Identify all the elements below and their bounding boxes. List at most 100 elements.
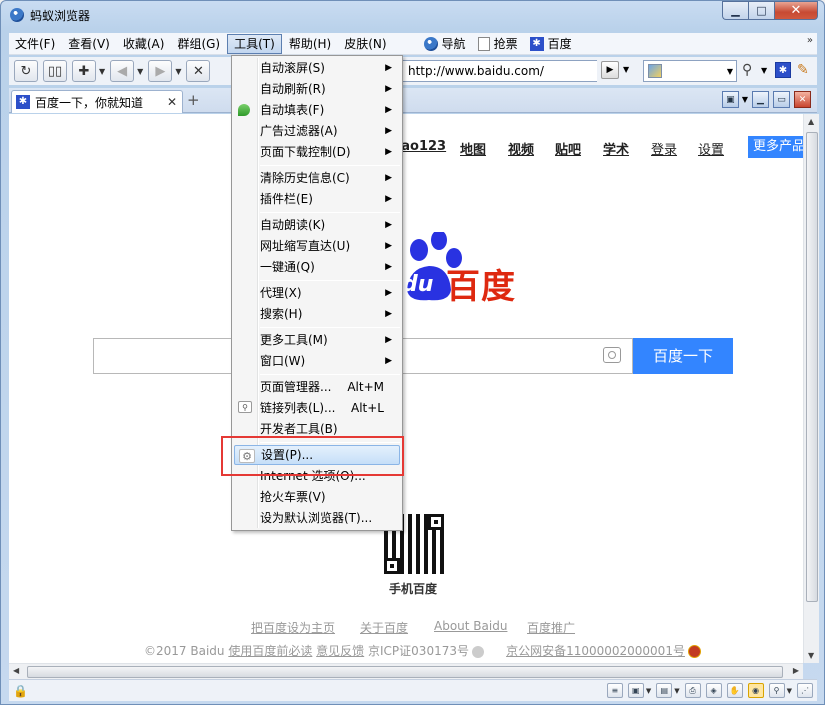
chevron-down-icon[interactable]: ▼	[674, 687, 679, 695]
baidu-paw-icon[interactable]: ✱	[775, 62, 791, 78]
tab-close-all-button[interactable]: ✕	[794, 91, 811, 108]
footer-set-homepage[interactable]: 把百度设为主页	[251, 619, 335, 636]
tab-minimize-button[interactable]: ▁	[752, 91, 769, 108]
refresh-button[interactable]: ↻	[14, 60, 38, 82]
menu-favorites[interactable]: 收藏(A)	[117, 34, 171, 54]
chevron-down-icon[interactable]: ▼	[623, 65, 629, 74]
nav-link-login[interactable]: 登录	[651, 139, 677, 158]
menu-groups[interactable]: 群组(G)	[171, 34, 226, 54]
maximize-button[interactable]: □	[748, 1, 774, 20]
menu-file[interactable]: 文件(F)	[9, 34, 61, 54]
capture-icon[interactable]: ▣	[627, 683, 644, 698]
menu-item-more-tools[interactable]: 更多工具(M) ▶	[234, 330, 400, 350]
tab-restore-button[interactable]: ▭	[773, 91, 790, 108]
menu-item-clear-history[interactable]: 清除历史信息(C) ▶	[234, 168, 400, 188]
feedback-link[interactable]: 意见反馈	[316, 644, 364, 658]
chevron-down-icon[interactable]: ▼	[742, 95, 748, 104]
vertical-scrollbar[interactable]: ▲ ▼	[803, 114, 819, 663]
copyright-line: ©2017 Baidu 使用百度前必读 意见反馈 京ICP证030173号 京公…	[144, 642, 701, 659]
menu-item-page-manager[interactable]: 页面管理器... Alt+M	[234, 377, 400, 397]
menu-item-auto-fill[interactable]: 自动填表(F) ▶	[234, 100, 400, 120]
hand-icon[interactable]: ✋	[726, 683, 743, 698]
more-products-button[interactable]: 更多产品	[748, 136, 803, 158]
reader-button[interactable]: ▯▯	[43, 60, 67, 82]
menu-item-settings[interactable]: ⚙ 设置(P)...	[234, 445, 400, 465]
nav-link-map[interactable]: 地图	[460, 139, 486, 158]
quick-link-nav[interactable]: 导航	[423, 35, 466, 52]
chevron-down-icon[interactable]: ▼	[727, 67, 733, 76]
menu-view[interactable]: 查看(V)	[62, 34, 116, 54]
menu-item-search[interactable]: 搜索(H) ▶	[234, 304, 400, 324]
menu-skin[interactable]: 皮肤(N)	[338, 34, 392, 54]
quick-link-tickets[interactable]: 抢票	[477, 35, 518, 52]
menu-item-link-list[interactable]: ⚲ 链接列表(L)... Alt+L	[234, 398, 400, 418]
footer-promotion[interactable]: 百度推广	[527, 619, 575, 636]
vertical-scroll-thumb[interactable]	[806, 132, 818, 602]
menu-item-set-default[interactable]: 设为默认浏览器(T)...	[234, 508, 400, 528]
baidu-search-button[interactable]: 百度一下	[633, 338, 733, 374]
menu-item-window[interactable]: 窗口(W) ▶	[234, 351, 400, 371]
nav-link-tieba[interactable]: 贴吧	[555, 139, 581, 158]
resize-grip-icon[interactable]: ⋰	[797, 683, 813, 698]
nav-link-settings[interactable]: 设置	[698, 139, 724, 158]
horizontal-scrollbar[interactable]: ◀ ▶	[9, 663, 803, 679]
scroll-down-icon[interactable]: ▼	[808, 651, 814, 660]
chevron-down-icon[interactable]: ▼	[99, 67, 105, 76]
chevron-down-icon[interactable]: ▼	[175, 67, 181, 76]
footer-about-en[interactable]: About Baidu	[434, 619, 507, 633]
menu-item-one-click[interactable]: 一键通(Q) ▶	[234, 257, 400, 277]
menu-item-train-tickets[interactable]: 抢火车票(V)	[234, 487, 400, 507]
scroll-up-icon[interactable]: ▲	[808, 117, 814, 126]
police-link[interactable]: 京公网安备11000002000001号	[506, 644, 685, 658]
scroll-right-icon[interactable]: ▶	[793, 666, 799, 675]
book-icon: ▯▯	[47, 63, 63, 79]
magnifier-icon[interactable]: ⚲	[742, 62, 752, 78]
menu-item-auto-scroll[interactable]: 自动滚屏(S) ▶	[234, 58, 400, 78]
back-button[interactable]: ◀	[110, 60, 135, 82]
minimize-button[interactable]: ▁	[722, 1, 748, 20]
menu-tools[interactable]: 工具(T)	[227, 33, 282, 54]
scroll-left-icon[interactable]: ◀	[13, 666, 19, 675]
paint-brush-icon[interactable]: ✎	[797, 62, 809, 78]
add-button[interactable]: ✚	[72, 60, 96, 82]
menu-item-internet-options[interactable]: Internet 选项(O)...	[234, 466, 400, 486]
chevron-down-icon[interactable]: ▼	[137, 67, 143, 76]
menu-item-url-shortcut[interactable]: 网址缩写直达(U) ▶	[234, 236, 400, 256]
page-info-icon[interactable]: ≡	[606, 683, 623, 698]
camera-icon[interactable]	[603, 347, 621, 363]
new-tab-icon[interactable]: +	[187, 91, 200, 109]
terms-link[interactable]: 使用百度前必读	[228, 644, 312, 658]
menu-item-download-control[interactable]: 页面下载控制(D) ▶	[234, 142, 400, 162]
nav-link-video[interactable]: 视频	[508, 139, 534, 158]
menu-item-dev-tools[interactable]: 开发者工具(B)	[234, 419, 400, 439]
menu-help[interactable]: 帮助(H)	[283, 34, 337, 54]
horizontal-scroll-thumb[interactable]	[27, 666, 783, 678]
tab-close-icon[interactable]: ✕	[167, 95, 177, 109]
zoom-icon[interactable]: ⚲	[768, 683, 785, 698]
menu-item-plugin-bar[interactable]: 插件栏(E) ▶	[234, 189, 400, 209]
chevron-down-icon[interactable]: ▼	[787, 687, 792, 695]
menu-item-auto-refresh[interactable]: 自动刷新(R) ▶	[234, 79, 400, 99]
print-icon[interactable]: ⎙	[684, 683, 701, 698]
tab-baidu[interactable]: ✱ 百度一下，你就知道 ✕	[11, 90, 183, 113]
chevron-down-icon[interactable]: ▼	[761, 66, 767, 75]
menu-item-ad-filter[interactable]: 广告过滤器(A) ▶	[234, 121, 400, 141]
image-icon[interactable]: ▤	[656, 683, 673, 698]
forward-button[interactable]: ▶	[148, 60, 173, 82]
quick-link-baidu[interactable]: ✱ 百度	[529, 35, 572, 52]
address-bar[interactable]: http://www.baidu.com/	[401, 60, 597, 82]
mode-icon[interactable]: ◉	[747, 683, 764, 698]
menu-item-auto-read[interactable]: 自动朗读(K) ▶	[234, 215, 400, 235]
qr-label: 手机百度	[389, 582, 438, 596]
chevron-down-icon[interactable]: ▼	[646, 687, 651, 695]
go-button[interactable]: ▶	[601, 61, 619, 79]
search-engine-box[interactable]: ▼	[643, 60, 737, 82]
close-button[interactable]: ✕	[774, 1, 818, 20]
stop-button[interactable]: ✕	[186, 60, 211, 82]
menubar-overflow-icon[interactable]: »	[807, 35, 813, 46]
plugin-icon[interactable]: ◈	[705, 683, 722, 698]
nav-link-xueshu[interactable]: 学术	[603, 139, 629, 158]
tab-list-button[interactable]: ▣	[721, 91, 739, 108]
footer-about-cn[interactable]: 关于百度	[360, 619, 408, 636]
menu-item-proxy[interactable]: 代理(X) ▶	[234, 283, 400, 303]
